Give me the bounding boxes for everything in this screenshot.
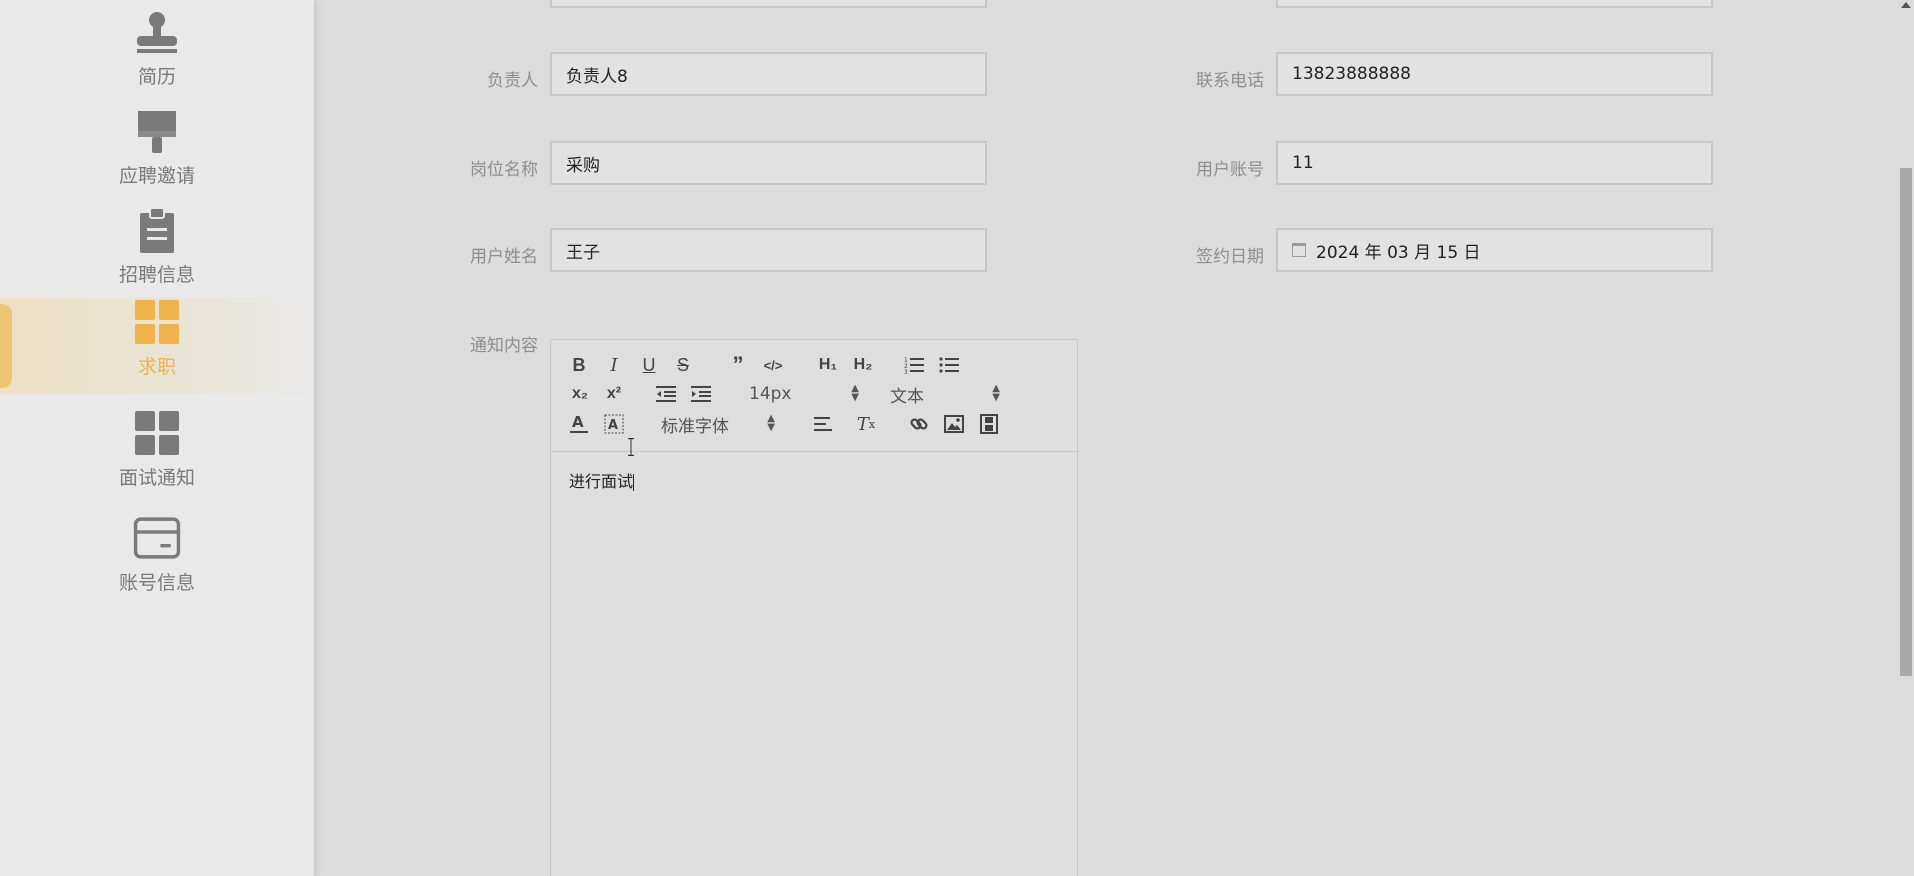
sidebar-item-recruitment-info[interactable]: 招聘信息 bbox=[0, 206, 314, 302]
strikethrough-icon[interactable]: S bbox=[673, 352, 693, 378]
link-icon[interactable] bbox=[908, 411, 930, 437]
grid-icon bbox=[133, 298, 181, 346]
select-arrows-icon: ▲ ▼ bbox=[992, 383, 1000, 403]
sidebar-item-label: 面试通知 bbox=[118, 467, 195, 489]
video-icon[interactable] bbox=[978, 411, 1000, 437]
bold-icon[interactable]: B bbox=[569, 352, 589, 378]
bullet-list-icon[interactable] bbox=[937, 352, 961, 378]
font-size-value: 14px bbox=[749, 384, 792, 404]
vertical-scrollbar[interactable] bbox=[1896, 0, 1914, 876]
main-content: 负责人 负责人8 联系电话 13823888888 岗位名称 采购 用户账号 1… bbox=[314, 0, 1896, 876]
outdent-icon[interactable] bbox=[655, 381, 677, 407]
job-title-input[interactable]: 采购 bbox=[550, 141, 987, 185]
sidebar-item-label: 账号信息 bbox=[118, 572, 195, 594]
active-marker bbox=[0, 304, 12, 388]
rich-text-editor: B I U S ” </> H₁ H₂ 123 x₂ x² 14px ▲ ▼ 文… bbox=[550, 339, 1078, 876]
responsible-person-input[interactable]: 负责人8 bbox=[550, 52, 987, 96]
sidebar-item-label: 求职 bbox=[137, 356, 176, 378]
calendar-icon bbox=[1292, 243, 1306, 257]
notice-content-label: 通知内容 bbox=[470, 336, 538, 356]
select-arrows-icon: ▲ ▼ bbox=[767, 413, 775, 433]
align-icon[interactable] bbox=[813, 411, 835, 437]
user-name-label: 用户姓名 bbox=[470, 247, 538, 267]
background-color-icon[interactable]: A bbox=[603, 411, 625, 437]
sidebar-item-interview-notice[interactable]: 面试通知 bbox=[0, 409, 314, 505]
svg-text:3: 3 bbox=[904, 369, 908, 374]
font-family-value: 标准字体 bbox=[661, 416, 729, 437]
ordered-list-icon[interactable]: 123 bbox=[902, 352, 926, 378]
previous-field-input[interactable] bbox=[550, 0, 987, 8]
previous-field-input[interactable] bbox=[1276, 0, 1713, 8]
text-type-select[interactable]: 文本 ▲ ▼ bbox=[890, 381, 1000, 407]
heading2-icon[interactable]: H₂ bbox=[850, 352, 876, 378]
superscript-icon[interactable]: x² bbox=[603, 381, 625, 407]
select-arrows-icon: ▲ ▼ bbox=[851, 383, 859, 403]
svg-text:A: A bbox=[572, 414, 584, 431]
svg-text:A: A bbox=[608, 418, 618, 433]
scroll-up-icon[interactable] bbox=[1901, 2, 1911, 8]
contact-phone-input[interactable]: 13823888888 bbox=[1276, 52, 1713, 96]
image-icon[interactable] bbox=[943, 411, 965, 437]
contact-phone-label: 联系电话 bbox=[1196, 71, 1264, 91]
clear-format-icon[interactable]: Tx bbox=[855, 411, 877, 437]
clipboard-icon bbox=[133, 206, 181, 254]
font-size-select[interactable]: 14px ▲ ▼ bbox=[749, 381, 859, 407]
sign-date-value: 2024 年 03 月 15 日 bbox=[1316, 242, 1481, 263]
heading1-icon[interactable]: H₁ bbox=[815, 352, 841, 378]
user-account-input[interactable]: 11 bbox=[1276, 141, 1713, 185]
blockquote-icon[interactable]: ” bbox=[727, 352, 749, 378]
sidebar-item-label: 简历 bbox=[137, 66, 176, 88]
sign-date-input[interactable]: 2024 年 03 月 15 日 bbox=[1276, 228, 1713, 272]
font-family-select[interactable]: 标准字体 ▲ ▼ bbox=[661, 411, 775, 437]
ibeam-cursor-icon bbox=[627, 438, 635, 456]
font-color-icon[interactable]: A bbox=[569, 411, 589, 437]
indent-icon[interactable] bbox=[690, 381, 712, 407]
text-caret bbox=[633, 474, 635, 491]
sidebar-item-resume[interactable]: 简历 bbox=[0, 8, 314, 104]
scrollbar-thumb[interactable] bbox=[1900, 168, 1912, 676]
sidebar-item-label: 招聘信息 bbox=[118, 264, 195, 286]
sidebar-item-label: 应聘邀请 bbox=[118, 165, 195, 187]
responsible-person-label: 负责人 bbox=[487, 71, 538, 91]
underline-icon[interactable]: U bbox=[639, 352, 659, 378]
editor-content-area[interactable]: 进行面试 bbox=[551, 452, 1077, 508]
user-name-input[interactable]: 王子 bbox=[550, 228, 987, 272]
editor-text: 进行面试 bbox=[569, 472, 634, 491]
sign-date-label: 签约日期 bbox=[1196, 247, 1264, 267]
sidebar: 简历 应聘邀请 招聘信息 求职 面试通知 账号信息 bbox=[0, 0, 314, 876]
sidebar-item-job-seeking[interactable]: 求职 bbox=[0, 298, 314, 394]
editor-toolbar: B I U S ” </> H₁ H₂ 123 x₂ x² 14px ▲ ▼ 文… bbox=[551, 340, 1077, 452]
sidebar-item-account-info[interactable]: 账号信息 bbox=[0, 514, 314, 610]
grid-icon bbox=[133, 409, 181, 457]
brush-icon bbox=[133, 107, 181, 155]
text-type-value: 文本 bbox=[890, 386, 924, 407]
sidebar-item-job-invitation[interactable]: 应聘邀请 bbox=[0, 107, 314, 203]
job-title-label: 岗位名称 bbox=[470, 160, 538, 180]
user-account-label: 用户账号 bbox=[1196, 160, 1264, 180]
subscript-icon[interactable]: x₂ bbox=[569, 381, 591, 407]
code-icon[interactable]: </> bbox=[761, 352, 785, 378]
italic-icon[interactable]: I bbox=[604, 352, 624, 378]
card-icon bbox=[133, 514, 181, 562]
stamp-icon bbox=[133, 8, 181, 56]
